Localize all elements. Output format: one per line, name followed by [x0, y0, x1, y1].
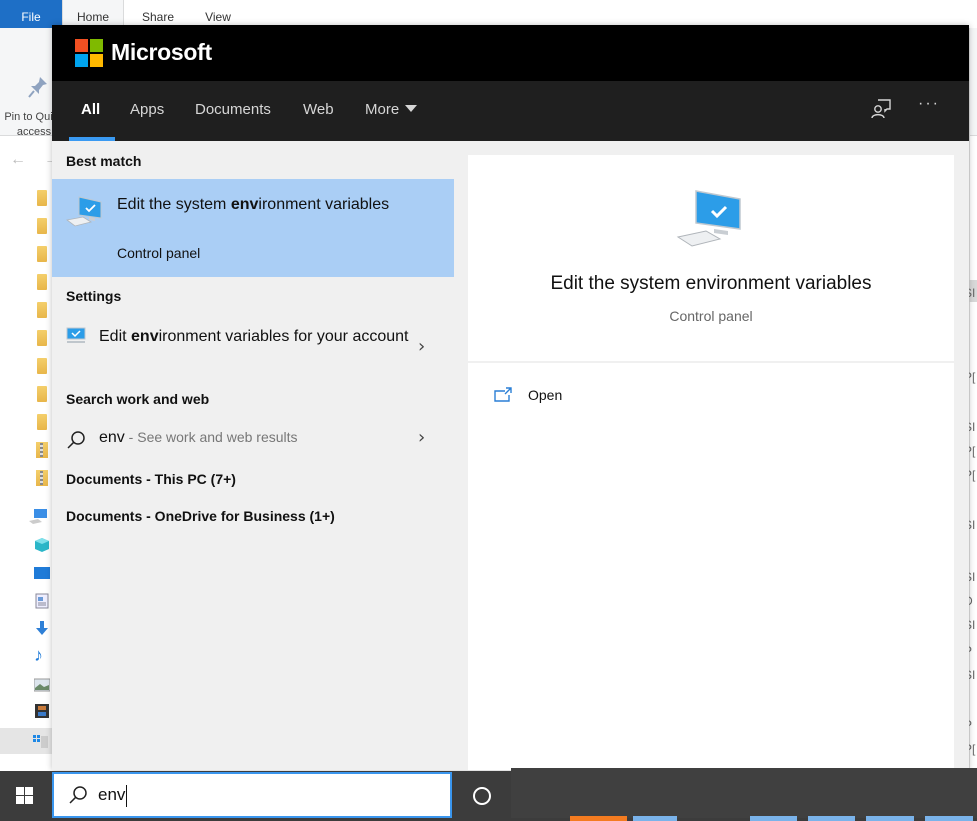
open-label: Open: [528, 387, 563, 403]
more-options-button[interactable]: ···: [918, 95, 940, 113]
folder-icon[interactable]: [37, 330, 47, 346]
preview-pane: Edit the system environment variables Co…: [454, 141, 969, 770]
best-match-title: Edit the system environment variables: [117, 193, 417, 216]
search-scope-bar: All Apps Documents Web More ···: [52, 81, 969, 141]
cortana-button[interactable]: [453, 771, 511, 819]
folder-icon[interactable]: [37, 190, 47, 206]
preview-subtitle: Control panel: [669, 308, 753, 324]
title-text: Edit: [99, 328, 132, 345]
open-action[interactable]: Open: [494, 385, 694, 409]
settings-heading: Settings: [66, 288, 122, 304]
title-highlight: env: [230, 196, 259, 213]
scope-tab-documents[interactable]: Documents: [195, 101, 271, 118]
taskbar-app-indicator[interactable]: [866, 816, 914, 821]
title-text: ironment variables: [258, 196, 390, 213]
zip-folder-icon[interactable]: [36, 470, 48, 486]
taskbar-app-indicator[interactable]: [570, 816, 627, 821]
downloads-icon[interactable]: [34, 620, 50, 636]
folder-icon[interactable]: [37, 414, 47, 430]
brand-name: Microsoft: [111, 39, 212, 65]
folder-icon[interactable]: [37, 386, 47, 402]
ribbon-tabs: File Home Share View: [0, 0, 977, 28]
chevron-right-icon[interactable]: ›: [418, 336, 425, 357]
title-text: Edit the system: [117, 196, 231, 213]
scope-tab-web[interactable]: Web: [303, 101, 334, 118]
taskbar-search-box[interactable]: [52, 772, 452, 818]
feedback-icon[interactable]: [870, 98, 892, 120]
documents-this-pc-link[interactable]: Documents - This PC (7+): [66, 471, 236, 487]
windows-logo-icon: [16, 787, 33, 804]
settings-result[interactable]: Edit environment variables for your acco…: [52, 325, 454, 375]
search-flyout: Microsoft All Apps Documents Web More ··…: [52, 25, 969, 770]
query-text: env: [99, 429, 125, 446]
scope-tab-more-label: More: [365, 101, 400, 118]
caret-down-icon: [405, 105, 418, 112]
cortana-circle-icon: [473, 787, 491, 805]
music-icon[interactable]: ♪: [34, 646, 50, 664]
search-header: Microsoft: [52, 25, 969, 81]
taskbar-apps-area: [511, 768, 977, 818]
taskbar-app-indicator[interactable]: [633, 816, 677, 821]
taskbar-app-indicator[interactable]: [808, 816, 855, 821]
folder-icon[interactable]: [37, 246, 47, 262]
taskbar-app-indicator[interactable]: [750, 816, 797, 821]
folder-icon[interactable]: [37, 274, 47, 290]
best-match-subtitle: Control panel: [117, 245, 201, 261]
title-highlight: env: [131, 328, 159, 345]
text-caret: [126, 785, 128, 807]
tree-item-selected[interactable]: [0, 728, 52, 754]
control-panel-system-icon: [66, 196, 102, 227]
scope-tab-more[interactable]: More: [365, 101, 418, 118]
start-button[interactable]: [0, 771, 52, 819]
web-search-query: env - See work and web results: [99, 429, 298, 447]
ribbon-tab-file[interactable]: File: [0, 0, 62, 28]
preview-actions: Open: [468, 363, 954, 770]
best-match-heading: Best match: [66, 153, 142, 169]
videos-icon[interactable]: [34, 703, 50, 719]
web-search-result[interactable]: env - See work and web results ›: [52, 427, 454, 455]
chevron-right-icon[interactable]: ›: [418, 427, 425, 448]
control-panel-system-icon: [676, 190, 741, 247]
pictures-icon[interactable]: [34, 677, 50, 693]
folder-icon[interactable]: [37, 358, 47, 374]
ribbon-tab-share[interactable]: Share: [140, 0, 176, 28]
preview-card: Edit the system environment variables Co…: [468, 155, 954, 361]
preview-title: Edit the system environment variables: [550, 273, 872, 294]
zip-folder-icon[interactable]: [36, 442, 48, 458]
search-icon: [67, 431, 85, 449]
ribbon-tab-home[interactable]: Home: [62, 0, 124, 28]
microsoft-logo-icon: [75, 39, 103, 67]
back-arrow-icon[interactable]: ←: [10, 151, 26, 169]
desktop-icon[interactable]: [34, 567, 50, 579]
documents-onedrive-link[interactable]: Documents - OneDrive for Business (1+): [66, 508, 335, 524]
results-list: Best match Edit the system environment v…: [52, 141, 454, 770]
title-text: ironment variables for your account: [158, 328, 409, 345]
settings-monitor-icon: [66, 327, 86, 343]
this-pc-icon[interactable]: [28, 508, 48, 524]
taskbar-app-indicator[interactable]: [925, 816, 973, 821]
settings-result-title: Edit environment variables for your acco…: [99, 325, 409, 348]
local-disk-icon: [33, 735, 48, 748]
scope-tab-all[interactable]: All: [81, 101, 100, 118]
open-icon: [494, 387, 512, 402]
pin-icon[interactable]: [28, 76, 48, 98]
query-hint: - See work and web results: [124, 429, 298, 445]
search-web-heading: Search work and web: [66, 391, 210, 407]
best-match-result[interactable]: Edit the system environment variables Co…: [52, 179, 454, 277]
folder-icon[interactable]: [37, 302, 47, 318]
search-icon: [69, 786, 87, 804]
search-input[interactable]: [98, 782, 438, 808]
folder-icon[interactable]: [37, 218, 47, 234]
documents-icon[interactable]: [34, 593, 50, 609]
scope-tab-apps[interactable]: Apps: [130, 101, 164, 118]
ribbon-tab-view[interactable]: View: [200, 0, 236, 28]
3d-objects-icon[interactable]: [34, 537, 50, 553]
